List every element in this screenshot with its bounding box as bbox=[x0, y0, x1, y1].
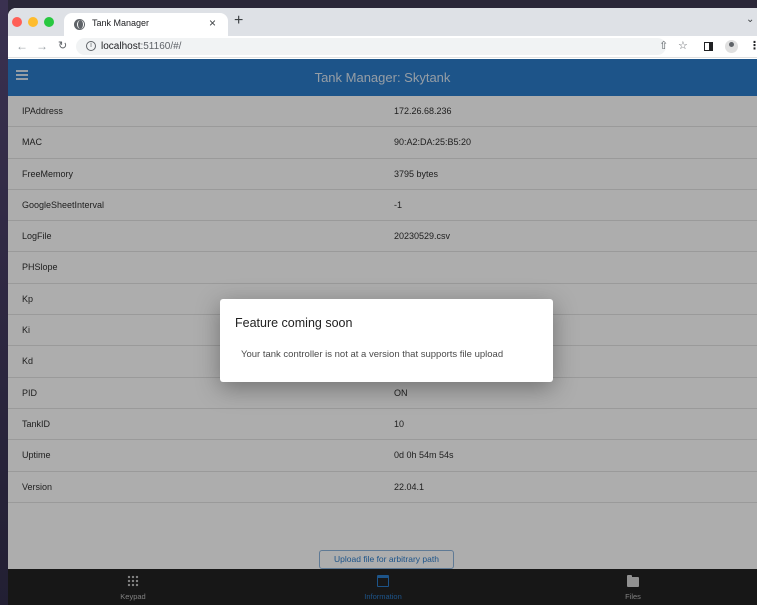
maximize-window-button[interactable] bbox=[44, 17, 54, 27]
close-window-button[interactable] bbox=[12, 17, 22, 27]
side-panel-icon[interactable] bbox=[704, 42, 713, 51]
tab-title: Tank Manager bbox=[92, 18, 150, 28]
reload-icon[interactable]: ↻ bbox=[58, 39, 67, 53]
new-tab-icon[interactable]: + bbox=[234, 12, 243, 30]
tab-strip: Tank Manager × + ⌄ bbox=[8, 8, 757, 36]
tab-close-icon[interactable]: × bbox=[209, 16, 216, 30]
tank-manager-app: Tank Manager: Skytank IPAddress 172.26.68… bbox=[8, 59, 757, 605]
share-icon[interactable]: ⇧ bbox=[659, 39, 668, 53]
dialog-title: Feature coming soon bbox=[235, 316, 353, 330]
tab-tank-manager[interactable]: Tank Manager × bbox=[64, 13, 228, 36]
tab-search-chevron-icon[interactable]: ⌄ bbox=[746, 14, 754, 25]
address-bar[interactable]: i localhost:51160/#/ bbox=[76, 38, 666, 55]
url-host: localhost bbox=[101, 41, 141, 52]
forward-arrow-icon[interactable]: → bbox=[36, 39, 48, 53]
browser-toolbar: ← → ↻ i localhost:51160/#/ ⇧ ☆ ⋮ bbox=[8, 36, 757, 58]
info-icon[interactable]: i bbox=[86, 41, 96, 51]
dialog-message: Your tank controller is not at a version… bbox=[241, 349, 504, 360]
desktop-background bbox=[0, 0, 8, 605]
url-text: localhost:51160/#/ bbox=[101, 41, 181, 52]
browser-window: Tank Manager × + ⌄ ← → ↻ i localhost:511… bbox=[8, 8, 757, 605]
minimize-window-button[interactable] bbox=[28, 17, 38, 27]
back-arrow-icon[interactable]: ← bbox=[16, 39, 28, 53]
feature-coming-soon-dialog: Feature coming soon Your tank controller… bbox=[220, 299, 553, 382]
globe-icon bbox=[74, 19, 85, 30]
profile-icon[interactable] bbox=[725, 40, 738, 53]
star-icon[interactable]: ☆ bbox=[678, 39, 688, 53]
url-path: :51160/#/ bbox=[140, 41, 182, 52]
kebab-menu-icon[interactable]: ⋮ bbox=[749, 39, 757, 53]
